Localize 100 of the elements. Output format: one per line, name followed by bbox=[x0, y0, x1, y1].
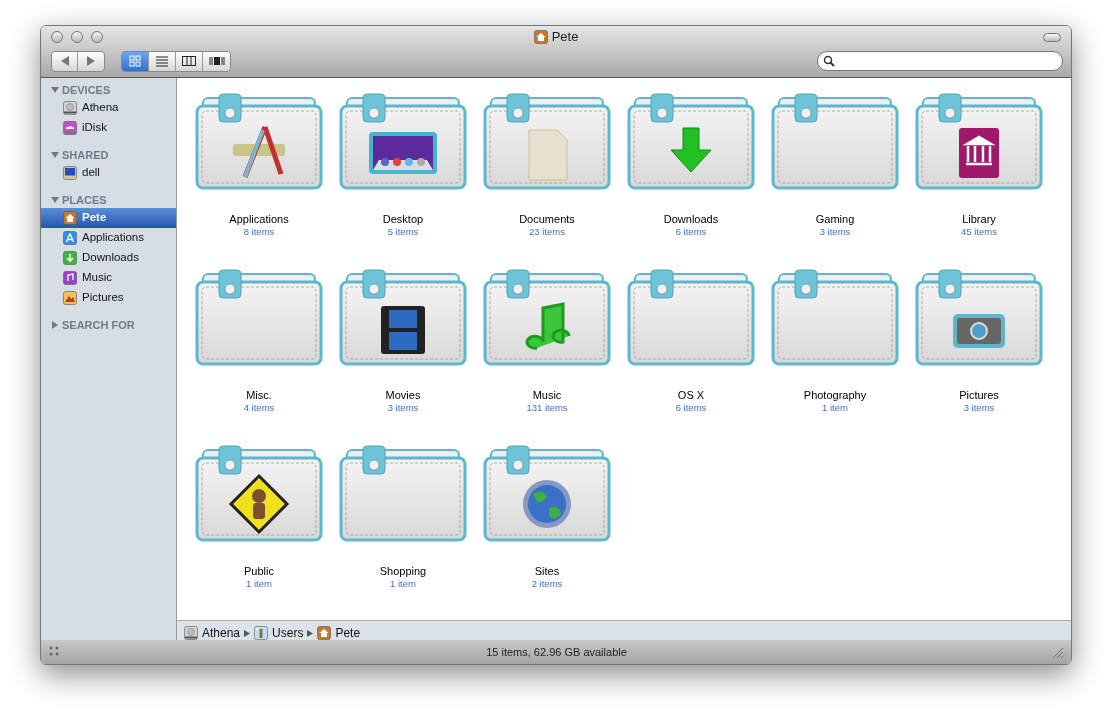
disclosure-triangle-icon[interactable] bbox=[51, 196, 59, 204]
cover-flow-icon bbox=[208, 55, 225, 67]
folder-name: Photography bbox=[803, 389, 867, 402]
disclosure-triangle-icon[interactable] bbox=[51, 151, 59, 159]
drive-icon bbox=[184, 626, 198, 640]
home-icon bbox=[317, 626, 332, 640]
home-icon bbox=[533, 30, 548, 44]
item-count: 6 items bbox=[675, 226, 707, 237]
folder-item[interactable]: Movies 3 items bbox=[339, 268, 467, 413]
folder-icon bbox=[339, 92, 467, 192]
item-count: 5 items bbox=[387, 226, 419, 237]
item-count: 6 items bbox=[675, 402, 707, 413]
sidebar-section-heading: PLACES bbox=[62, 192, 107, 208]
folder-icon bbox=[915, 92, 1043, 192]
item-count: 45 items bbox=[961, 226, 997, 237]
disclosure-triangle-icon[interactable] bbox=[51, 321, 59, 329]
folder-name: Movies bbox=[385, 389, 421, 402]
folder-name: Downloads bbox=[663, 213, 719, 226]
sidebar-item[interactable]: Pete bbox=[41, 208, 176, 228]
folder-item[interactable]: Music 131 items bbox=[483, 268, 611, 413]
separator-arrow-icon bbox=[307, 629, 314, 637]
folder-item[interactable]: Desktop 5 items bbox=[339, 92, 467, 237]
resize-grip-icon[interactable] bbox=[1052, 646, 1063, 658]
disclosure-triangle-icon[interactable] bbox=[51, 86, 59, 94]
folder-name: Applications bbox=[229, 213, 289, 226]
item-count: 1 item bbox=[246, 578, 272, 589]
window-control-button[interactable] bbox=[71, 31, 83, 43]
folder-icon bbox=[771, 92, 899, 192]
sidebar-section-heading: DEVICES bbox=[62, 82, 111, 98]
item-count: 4 items bbox=[243, 402, 275, 413]
folder-item[interactable]: Gaming 3 items bbox=[771, 92, 899, 237]
folder-name: Sites bbox=[534, 565, 560, 578]
folder-item[interactable]: Pictures 3 items bbox=[915, 268, 1043, 413]
item-count: 131 items bbox=[526, 402, 568, 413]
folder-item[interactable]: Applications 8 items bbox=[195, 92, 323, 237]
folder-name: Public bbox=[244, 565, 274, 578]
item-count: 3 items bbox=[387, 402, 419, 413]
sidebar-resize-handle-icon[interactable] bbox=[49, 646, 61, 658]
folder-icon bbox=[195, 268, 323, 368]
folder-item[interactable]: Downloads 6 items bbox=[627, 92, 755, 237]
sidebar-item[interactable]: Athena bbox=[41, 98, 176, 118]
folder-icon bbox=[483, 268, 611, 368]
item-count: 3 items bbox=[819, 226, 851, 237]
search-field[interactable] bbox=[817, 51, 1063, 71]
folder-item[interactable]: Sites 2 items bbox=[483, 444, 611, 589]
apps-icon bbox=[63, 231, 77, 245]
folder-item[interactable]: Documents 23 items bbox=[483, 92, 611, 237]
folder-icon bbox=[915, 268, 1043, 368]
window-control-button[interactable] bbox=[51, 31, 63, 43]
folder-icon bbox=[195, 444, 323, 544]
path-item[interactable]: Athena bbox=[184, 624, 241, 642]
folder-item[interactable]: OS X 6 items bbox=[627, 268, 755, 413]
folder-name: Documents bbox=[519, 213, 575, 226]
view-mode-button[interactable] bbox=[203, 51, 230, 71]
window-control-button[interactable] bbox=[91, 31, 103, 43]
sidebar-item[interactable]: iDisk bbox=[41, 118, 176, 138]
home-icon bbox=[63, 211, 77, 225]
sidebar-section-heading: SEARCH FOR bbox=[62, 317, 135, 333]
sidebar-section-heading: SHARED bbox=[62, 147, 109, 163]
path-item[interactable]: Users bbox=[254, 624, 304, 642]
folder-icon bbox=[339, 268, 467, 368]
folder-name: OS X bbox=[677, 389, 705, 402]
folder-name: Music bbox=[532, 389, 562, 402]
path-item[interactable]: Pete bbox=[317, 624, 361, 642]
drive-icon bbox=[63, 101, 77, 115]
users-icon bbox=[254, 626, 269, 640]
back-arrow-icon bbox=[60, 56, 69, 66]
folder-name: Gaming bbox=[815, 213, 855, 226]
forward-arrow-icon bbox=[87, 56, 95, 66]
folder-item[interactable]: Photography 1 item bbox=[771, 268, 899, 413]
folder-icon bbox=[483, 444, 611, 544]
sidebar-item[interactable]: Downloads bbox=[41, 248, 176, 268]
folder-item[interactable]: Library 45 items bbox=[915, 92, 1043, 237]
folder-icon bbox=[771, 268, 899, 368]
separator-arrow-icon bbox=[244, 629, 251, 637]
folder-icon bbox=[339, 444, 467, 544]
folder-item[interactable]: Shopping 1 item bbox=[339, 444, 467, 589]
item-count: 2 items bbox=[531, 578, 563, 589]
sidebar-item[interactable]: dell bbox=[41, 163, 176, 183]
downloads-icon bbox=[63, 251, 77, 265]
sidebar-item[interactable]: Pictures bbox=[41, 288, 176, 308]
folder-name: Pictures bbox=[959, 389, 999, 402]
folder-icon bbox=[627, 92, 755, 192]
sidebar-item[interactable]: Music bbox=[41, 268, 176, 288]
folder-name: Library bbox=[962, 213, 996, 226]
folder-name: Shopping bbox=[379, 565, 427, 578]
item-count: 8 items bbox=[243, 226, 275, 237]
item-count: 3 items bbox=[963, 402, 995, 413]
view-mode-button[interactable] bbox=[176, 51, 203, 71]
folder-name: Desktop bbox=[382, 213, 424, 226]
monitor-icon bbox=[63, 166, 77, 180]
folder-item[interactable]: Misc. 4 items bbox=[195, 268, 323, 413]
folder-icon bbox=[483, 92, 611, 192]
list-view-icon bbox=[156, 55, 168, 67]
toolbar-toggle-button[interactable] bbox=[1043, 32, 1061, 42]
icon-view-icon bbox=[129, 55, 141, 67]
sidebar-item[interactable]: Applications bbox=[41, 228, 176, 248]
folder-item[interactable]: Public 1 item bbox=[195, 444, 323, 589]
item-count: 23 items bbox=[529, 226, 565, 237]
status-text: 15 items, 62.96 GB available bbox=[486, 644, 627, 660]
